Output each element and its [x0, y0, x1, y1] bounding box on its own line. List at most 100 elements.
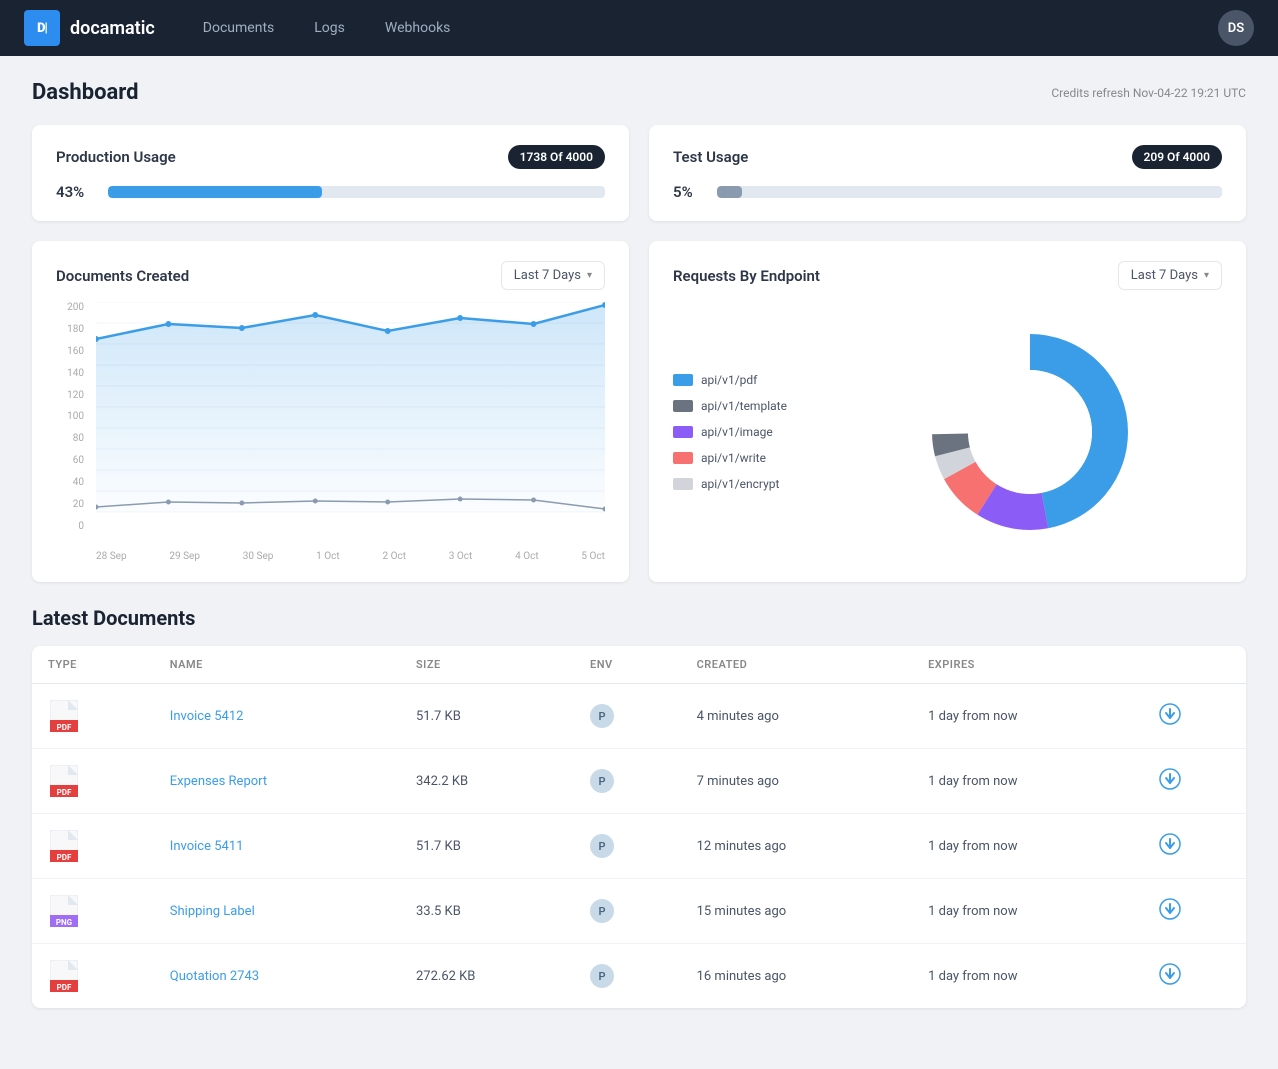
- cell-env-4: P: [574, 944, 681, 1009]
- test-progress-row: 5%: [673, 183, 1222, 201]
- documents-created-dropdown[interactable]: Last 7 Days ▾: [501, 261, 605, 290]
- x-label-1oct: 1 Oct: [316, 551, 340, 562]
- legend-label-template: api/v1/template: [701, 399, 787, 413]
- svg-text:PDF: PDF: [57, 853, 72, 862]
- cell-size-2: 51.7 KB: [400, 814, 574, 879]
- download-icon-3[interactable]: [1159, 904, 1181, 925]
- col-created: CREATED: [681, 646, 912, 684]
- legend-template: api/v1/template: [673, 399, 813, 413]
- requests-endpoint-dropdown[interactable]: Last 7 Days ▾: [1118, 261, 1222, 290]
- x-label-5oct: 5 Oct: [581, 551, 605, 562]
- cell-created-3: 15 minutes ago: [681, 879, 912, 944]
- cell-download-3: [1143, 879, 1246, 944]
- donut-chart: [837, 322, 1222, 542]
- table-row: PDF Quotation 2743 272.62 KB P 16 minute…: [32, 944, 1246, 1009]
- cell-size-3: 33.5 KB: [400, 879, 574, 944]
- chart-svg-area: [96, 302, 605, 532]
- production-usage-card: Production Usage 1738 Of 4000 43%: [32, 125, 629, 221]
- line-chart: 200 180 160 140 120 100 80 60 40 20 0: [56, 302, 605, 562]
- production-progress-row: 43%: [56, 183, 605, 201]
- cell-download-2: [1143, 814, 1246, 879]
- doc-link-2[interactable]: Invoice 5411: [170, 839, 244, 854]
- env-badge-3: P: [590, 899, 614, 923]
- page-title: Dashboard: [32, 80, 139, 105]
- cell-created-0: 4 minutes ago: [681, 684, 912, 749]
- table-row: PDF Invoice 5412 51.7 KB P 4 minutes ago…: [32, 684, 1246, 749]
- brand: D| docamatic: [24, 10, 155, 46]
- table-header-row: TYPE NAME SIZE ENV CREATED EXPIRES: [32, 646, 1246, 684]
- cell-name-4: Quotation 2743: [154, 944, 400, 1009]
- cell-expires-1: 1 day from now: [912, 749, 1143, 814]
- brand-name: docamatic: [70, 18, 155, 39]
- production-percent: 43%: [56, 183, 84, 201]
- donut-section: api/v1/pdf api/v1/template api/v1/image …: [673, 302, 1222, 562]
- y-label-180: 180: [67, 324, 84, 335]
- legend-pdf: api/v1/pdf: [673, 373, 813, 387]
- y-label-20: 20: [73, 499, 84, 510]
- cell-created-2: 12 minutes ago: [681, 814, 912, 879]
- pdf-file-icon: PDF: [48, 763, 80, 799]
- x-labels: 28 Sep 29 Sep 30 Sep 1 Oct 2 Oct 3 Oct 4…: [96, 551, 605, 562]
- chevron-down-icon: ▾: [587, 270, 592, 281]
- x-label-28sep: 28 Sep: [96, 551, 127, 562]
- documents-created-card: Documents Created Last 7 Days ▾ 200 180 …: [32, 241, 629, 582]
- doc-link-3[interactable]: Shipping Label: [170, 904, 255, 919]
- legend-label-pdf: api/v1/pdf: [701, 373, 757, 387]
- cell-expires-3: 1 day from now: [912, 879, 1143, 944]
- y-label-0: 0: [78, 521, 84, 532]
- y-label-160: 160: [67, 346, 84, 357]
- nav-webhooks[interactable]: Webhooks: [369, 12, 467, 44]
- cell-download-0: [1143, 684, 1246, 749]
- cell-type-4: PDF: [32, 944, 154, 1009]
- download-icon-1[interactable]: [1159, 774, 1181, 795]
- col-type: TYPE: [32, 646, 154, 684]
- documents-created-dropdown-label: Last 7 Days: [514, 268, 581, 283]
- col-expires: EXPIRES: [912, 646, 1143, 684]
- y-label-60: 60: [73, 455, 84, 466]
- doc-link-1[interactable]: Expenses Report: [170, 774, 267, 789]
- requests-by-endpoint-title: Requests By Endpoint: [673, 267, 820, 285]
- legend-label-image: api/v1/image: [701, 425, 773, 439]
- x-label-29sep: 29 Sep: [169, 551, 200, 562]
- legend-color-image: [673, 426, 693, 438]
- y-label-120: 120: [67, 390, 84, 401]
- test-usage-title: Test Usage: [673, 148, 748, 166]
- env-badge-4: P: [590, 964, 614, 988]
- nav-documents[interactable]: Documents: [187, 12, 290, 44]
- usage-row: Production Usage 1738 Of 4000 43% Test U…: [32, 125, 1246, 221]
- cell-env-1: P: [574, 749, 681, 814]
- donut-legend: api/v1/pdf api/v1/template api/v1/image …: [673, 373, 813, 491]
- x-label-4oct: 4 Oct: [515, 551, 539, 562]
- cell-expires-4: 1 day from now: [912, 944, 1143, 1009]
- legend-color-write: [673, 452, 693, 464]
- navbar: D| docamatic Documents Logs Webhooks DS: [0, 0, 1278, 56]
- download-icon-0[interactable]: [1159, 709, 1181, 730]
- download-icon-4[interactable]: [1159, 969, 1181, 990]
- main-content: Dashboard Credits refresh Nov-04-22 19:2…: [0, 56, 1278, 1032]
- cell-download-4: [1143, 944, 1246, 1009]
- legend-image: api/v1/image: [673, 425, 813, 439]
- test-usage-header: Test Usage 209 Of 4000: [673, 145, 1222, 169]
- cell-type-1: PDF: [32, 749, 154, 814]
- pdf-file-icon: PDF: [48, 828, 80, 864]
- production-usage-header: Production Usage 1738 Of 4000: [56, 145, 605, 169]
- legend-write: api/v1/write: [673, 451, 813, 465]
- user-avatar[interactable]: DS: [1218, 10, 1254, 46]
- doc-link-0[interactable]: Invoice 5412: [170, 709, 244, 724]
- legend-color-template: [673, 400, 693, 412]
- nav-logs[interactable]: Logs: [298, 12, 361, 44]
- y-label-140: 140: [67, 368, 84, 379]
- requests-by-endpoint-header: Requests By Endpoint Last 7 Days ▾: [673, 261, 1222, 290]
- svg-text:PDF: PDF: [57, 723, 72, 732]
- download-icon-2[interactable]: [1159, 839, 1181, 860]
- documents-table: TYPE NAME SIZE ENV CREATED EXPIRES: [32, 646, 1246, 1008]
- cell-type-0: PDF: [32, 684, 154, 749]
- doc-link-4[interactable]: Quotation 2743: [170, 969, 259, 984]
- charts-row: Documents Created Last 7 Days ▾ 200 180 …: [32, 241, 1246, 582]
- env-badge-1: P: [590, 769, 614, 793]
- svg-text:PDF: PDF: [57, 788, 72, 797]
- cell-name-2: Invoice 5411: [154, 814, 400, 879]
- cell-type-3: PNG: [32, 879, 154, 944]
- production-usage-badge: 1738 Of 4000: [508, 145, 605, 169]
- svg-text:PNG: PNG: [56, 918, 73, 927]
